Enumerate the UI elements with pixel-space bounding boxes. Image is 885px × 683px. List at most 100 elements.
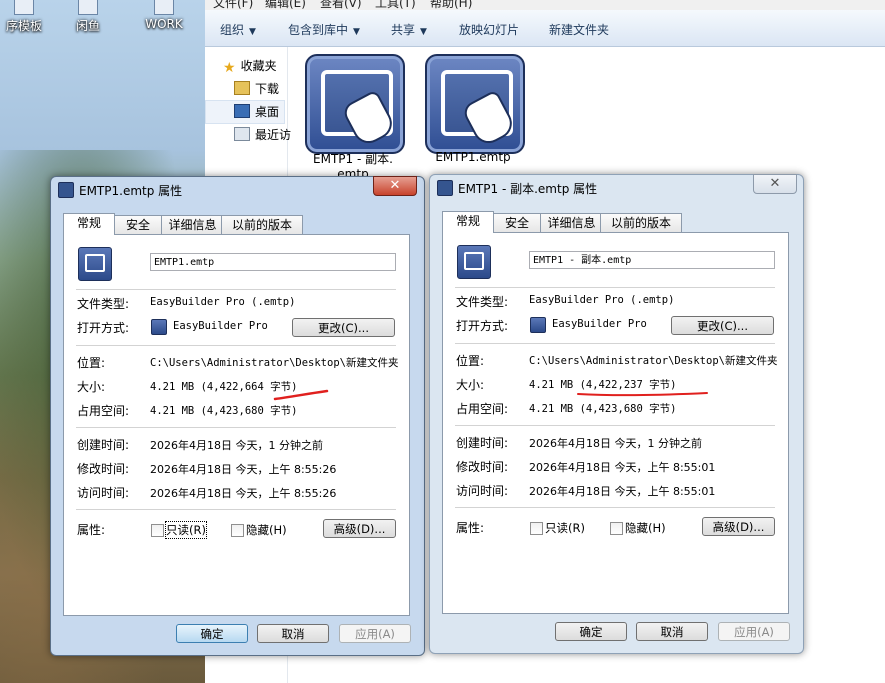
size-on-disk-label: 占用空间: (77, 404, 130, 418)
size-value: 4.21 MB (4,422,237 字节) (529, 379, 677, 391)
hidden-label[interactable]: 隐藏(H) (625, 520, 666, 536)
created-label: 创建时间: (77, 438, 130, 452)
open-with-label: 打开方式: (456, 319, 509, 333)
size-label: 大小: (456, 378, 485, 392)
nav-downloads[interactable]: 下载 (234, 80, 279, 97)
readonly-checkbox[interactable] (151, 524, 164, 537)
desktop-icon-template[interactable]: 序模板 (0, 0, 56, 38)
apply-button[interactable]: 应用(A) (718, 622, 790, 641)
menu-edit[interactable]: 编辑(E) (265, 0, 306, 10)
cancel-button[interactable]: 取消 (257, 624, 329, 643)
readonly-label[interactable]: 只读(R) (545, 520, 585, 536)
hidden-checkbox[interactable] (231, 524, 244, 537)
desktop-icon-label: 闲鱼 (75, 19, 100, 33)
nav-recent[interactable]: 最近访 (234, 126, 291, 143)
file-type-value: EasyBuilder Pro (.emtp) (529, 294, 675, 306)
filename-input[interactable]: EMTP1 - 副本.emtp (529, 251, 775, 269)
caret-down-icon: ▼ (420, 27, 427, 37)
tab-general[interactable]: 常规 (442, 211, 494, 233)
location-label: 位置: (456, 354, 485, 368)
change-button[interactable]: 更改(C)... (292, 318, 395, 337)
nav-label: 最近访 (255, 128, 292, 142)
tab-general[interactable]: 常规 (63, 213, 115, 235)
filename-input[interactable]: EMTP1.emtp (150, 253, 396, 271)
organize-label: 组织 (220, 23, 245, 37)
divider (455, 507, 775, 508)
attributes-label: 属性: (77, 523, 106, 537)
include-in-library-button[interactable]: 包含到库中 ▼ (288, 21, 360, 38)
dialog-title: EMTP1 - 副本.emtp 属性 (458, 182, 598, 196)
emtp-file-icon (78, 247, 112, 281)
menu-help[interactable]: 帮助(H) (430, 0, 472, 10)
open-with-value: EasyBuilder Pro (173, 320, 268, 332)
modified-label: 修改时间: (456, 460, 509, 474)
readonly-checkbox[interactable] (530, 522, 543, 535)
desktop-icon-work[interactable]: WORK (132, 0, 196, 38)
tab-strip: 常规 安全 详细信息 以前的版本 (442, 211, 792, 233)
open-with-label: 打开方式: (77, 321, 130, 335)
nav-desktop[interactable]: 桌面 (234, 103, 279, 120)
share-label: 共享 (391, 23, 416, 37)
tab-details[interactable]: 详细信息 (161, 215, 224, 234)
desktop-icon-xianyu[interactable]: 闲鱼 (56, 0, 120, 38)
dialog-title: EMTP1.emtp 属性 (79, 184, 183, 198)
menu-view[interactable]: 查看(V) (320, 0, 362, 10)
menu-bar: 文件(F) 编辑(E) 查看(V) 工具(T) 帮助(H) (205, 0, 885, 10)
size-on-disk-label: 占用空间: (456, 402, 509, 416)
close-icon: ✕ (389, 178, 401, 193)
star-icon: ★ (223, 60, 236, 76)
menu-file[interactable]: 文件(F) (213, 0, 253, 10)
tab-details[interactable]: 详细信息 (540, 213, 603, 232)
close-button[interactable]: ✕ (373, 176, 417, 196)
created-label: 创建时间: (456, 436, 509, 450)
slideshow-button[interactable]: 放映幻灯片 (459, 21, 519, 38)
open-with-value: EasyBuilder Pro (552, 318, 647, 330)
ok-button[interactable]: 确定 (176, 624, 248, 643)
hidden-label[interactable]: 隐藏(H) (246, 522, 287, 538)
advanced-button[interactable]: 高级(D)... (702, 517, 775, 536)
advanced-button[interactable]: 高级(D)... (323, 519, 396, 538)
close-icon: ✕ (769, 176, 781, 191)
tab-security[interactable]: 安全 (112, 215, 164, 234)
nav-label: 桌面 (255, 105, 280, 119)
file-label-original[interactable]: EMTP1.emtp (421, 150, 525, 164)
hidden-checkbox[interactable] (610, 522, 623, 535)
file-type-value: EasyBuilder Pro (.emtp) (150, 296, 296, 308)
emtp-file-icon[interactable] (425, 54, 525, 154)
readonly-label[interactable]: 只读(R) (165, 521, 207, 539)
modified-value: 2026年4月18日 今天，上午 8:55:26 (150, 463, 337, 476)
general-tab-panel: EMTP1 - 副本.emtp 文件类型: EasyBuilder Pro (.… (442, 232, 789, 614)
created-value: 2026年4月18日 今天，1 分钟之前 (150, 439, 323, 452)
accessed-value: 2026年4月18日 今天，上午 8:55:01 (529, 485, 716, 498)
cancel-button[interactable]: 取消 (636, 622, 708, 641)
new-folder-button[interactable]: 新建文件夹 (549, 21, 609, 38)
change-button[interactable]: 更改(C)... (671, 316, 774, 335)
tab-security[interactable]: 安全 (491, 213, 543, 232)
accessed-label: 访问时间: (77, 486, 130, 500)
location-value: C:\Users\Administrator\Desktop\新建文件夹 (529, 355, 778, 367)
shortcut-icon (14, 0, 34, 15)
tab-previous-versions[interactable]: 以前的版本 (221, 215, 303, 234)
tab-previous-versions[interactable]: 以前的版本 (600, 213, 682, 232)
size-on-disk-value: 4.21 MB (4,423,680 字节) (150, 405, 298, 417)
command-bar: 组织 ▼ 包含到库中 ▼ 共享 ▼ 放映幻灯片 新建文件夹 (205, 10, 885, 47)
nav-favorites[interactable]: ★ 收藏夹 (223, 57, 277, 76)
location-label: 位置: (77, 356, 106, 370)
ok-button[interactable]: 确定 (555, 622, 627, 641)
size-value: 4.21 MB (4,422,664 字节) (150, 381, 298, 393)
divider (455, 425, 775, 426)
share-button[interactable]: 共享 ▼ (391, 21, 427, 38)
accessed-value: 2026年4月18日 今天，上午 8:55:26 (150, 487, 337, 500)
include-label: 包含到库中 (288, 23, 349, 37)
size-label: 大小: (77, 380, 106, 394)
organize-button[interactable]: 组织 ▼ (220, 21, 256, 38)
caret-down-icon: ▼ (353, 27, 360, 37)
menu-tools[interactable]: 工具(T) (375, 0, 416, 10)
file-type-label: 文件类型: (77, 297, 130, 311)
easybuilder-icon (530, 317, 546, 333)
apply-button[interactable]: 应用(A) (339, 624, 411, 643)
desktop-icon-label: WORK (145, 17, 183, 31)
file-type-label: 文件类型: (456, 295, 509, 309)
emtp-file-icon[interactable] (305, 54, 405, 154)
close-button[interactable]: ✕ (753, 174, 797, 194)
